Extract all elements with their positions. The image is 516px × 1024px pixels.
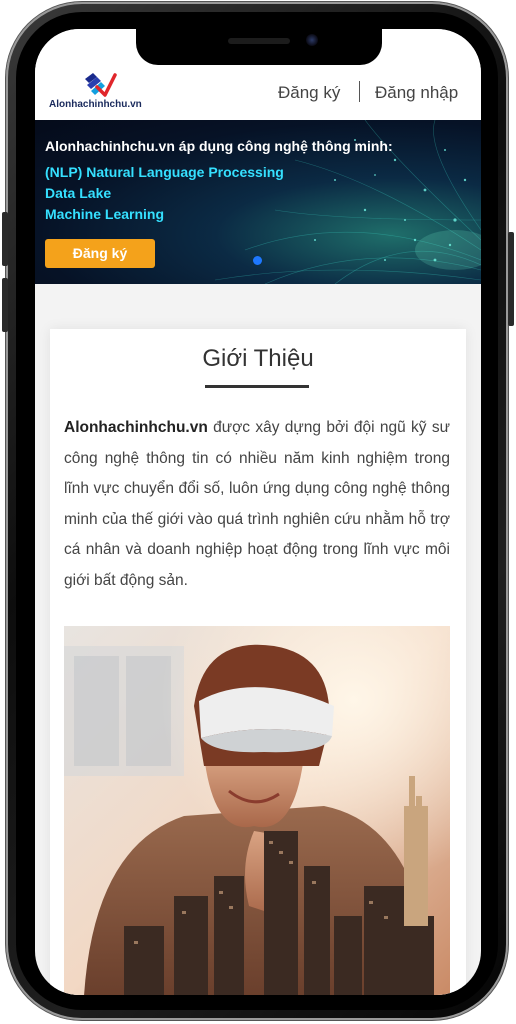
phone-side-button <box>508 232 514 326</box>
carousel-indicator-dot[interactable] <box>253 256 262 265</box>
register-link[interactable]: Đăng ký <box>278 83 340 103</box>
banner-line-machine-learning: Machine Learning <box>45 206 165 222</box>
site-logo[interactable]: Alonhachinhchu.vn <box>49 71 159 113</box>
banner-line-nlp: (NLP) Natural Language Processing <box>45 164 284 180</box>
speaker-grille <box>228 38 290 44</box>
phone-volume-up-button <box>2 212 8 266</box>
banner-line-data-lake: Data Lake <box>45 185 112 201</box>
notch <box>136 29 382 65</box>
phone-volume-down-button <box>2 278 8 332</box>
intro-body-text: được xây dựng bởi đội ngũ kỹ sư công ngh… <box>64 419 450 589</box>
vr-headset-illustration <box>64 626 450 995</box>
login-link[interactable]: Đăng nhập <box>375 83 458 103</box>
logo-mark-icon <box>85 73 117 97</box>
banner-register-button[interactable]: Đăng ký <box>45 239 155 268</box>
phone-screen: Alonhachinhchu.vn Đăng ký Đăng nhập Alon… <box>35 29 481 995</box>
hero-banner: Alonhachinhchu.vn áp dụng công nghệ thôn… <box>35 120 481 284</box>
nav-divider <box>359 81 360 102</box>
intro-paragraph: Alonhachinhchu.vn được xây dựng bởi đội … <box>64 413 450 596</box>
banner-title: Alonhachinhchu.vn áp dụng công nghệ thôn… <box>45 138 393 154</box>
title-underline <box>205 385 309 388</box>
logo-text: Alonhachinhchu.vn <box>49 99 142 110</box>
intro-brand-name: Alonhachinhchu.vn <box>64 419 208 436</box>
front-camera <box>306 34 318 46</box>
section-title: Giới Thiệu <box>202 345 314 372</box>
vr-headset-photo <box>64 626 450 995</box>
